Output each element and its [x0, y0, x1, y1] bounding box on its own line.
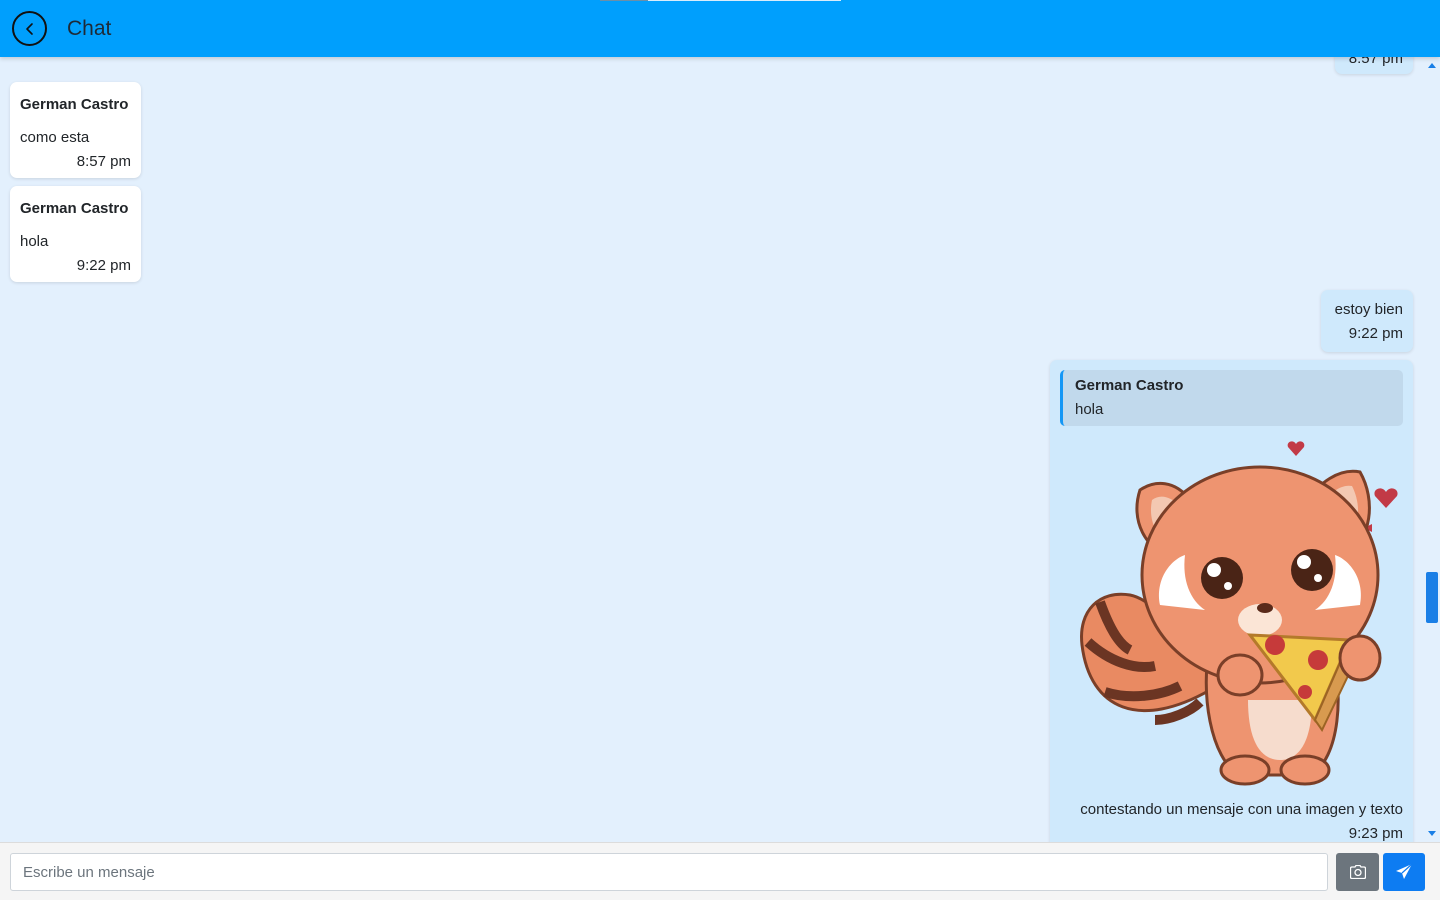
- message-time: 9:22 pm: [1348, 325, 1403, 342]
- scroll-down-arrow-icon[interactable]: [1428, 831, 1436, 836]
- header-edge-mark-light: [648, 0, 841, 1]
- message-time: 9:23 pm: [1348, 825, 1403, 842]
- message-text: hola: [20, 233, 49, 250]
- chevron-left-icon: [25, 22, 33, 35]
- page-title: Chat: [67, 16, 112, 40]
- message-image[interactable]: [1060, 430, 1403, 792]
- scroll-up-arrow-icon[interactable]: [1428, 63, 1436, 68]
- message-sender: German Castro: [20, 200, 129, 217]
- message-list[interactable]: 8:57 pm German Castro como esta 8:57 pm …: [0, 57, 1424, 842]
- camera-button[interactable]: [1336, 853, 1379, 891]
- paper-plane-icon: [1396, 863, 1413, 879]
- header-edge-mark: [600, 0, 648, 1]
- chat-scrollbar[interactable]: [1424, 57, 1440, 842]
- quote-sender: German Castro: [1075, 377, 1184, 394]
- message-text: estoy bien: [1334, 301, 1403, 318]
- message-input[interactable]: [10, 853, 1328, 891]
- message-bubble-incoming: German Castro como esta 8:57 pm: [10, 82, 141, 178]
- reply-quote[interactable]: German Castro hola: [1060, 370, 1403, 426]
- message-composer: [0, 842, 1440, 900]
- send-button[interactable]: [1383, 853, 1425, 891]
- message-time: 9:22 pm: [76, 257, 131, 274]
- back-button[interactable]: [12, 11, 47, 46]
- red-panda-sticker-icon: [1080, 441, 1398, 786]
- message-text: contestando un mensaje con una imagen y …: [1080, 801, 1403, 818]
- message-time: 8:57 pm: [1348, 57, 1403, 67]
- camera-icon: [1349, 865, 1366, 879]
- message-time: 8:57 pm: [76, 153, 131, 170]
- scrollbar-thumb[interactable]: [1426, 572, 1438, 623]
- app-header: Chat: [0, 0, 1440, 57]
- quote-text: hola: [1075, 401, 1104, 418]
- message-sender: German Castro: [20, 96, 129, 113]
- message-bubble-incoming: German Castro hola 9:22 pm: [10, 186, 141, 282]
- message-text: como esta: [20, 129, 90, 146]
- message-bubble-outgoing: estoy bien 9:22 pm: [1321, 290, 1413, 352]
- message-bubble-outgoing: 8:57 pm: [1335, 57, 1413, 74]
- message-bubble-outgoing-reply: German Castro hola contestando un mensaj…: [1050, 360, 1413, 842]
